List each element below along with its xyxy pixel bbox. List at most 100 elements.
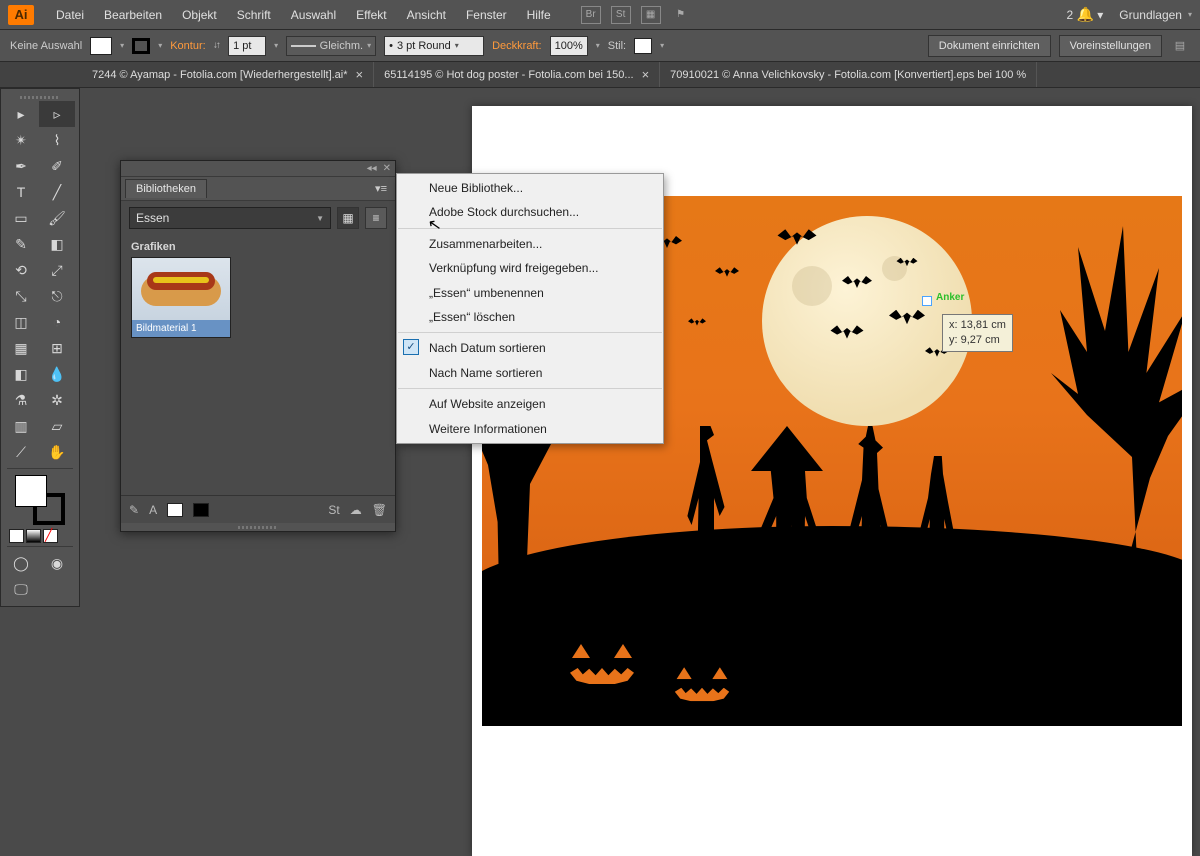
- anchor-point[interactable]: [922, 296, 932, 306]
- curvature-tool[interactable]: ✐: [39, 153, 75, 179]
- magic-wand-tool[interactable]: ✴: [3, 127, 39, 153]
- eyedropper-tool[interactable]: 💧: [39, 361, 75, 387]
- selection-tool[interactable]: ▸: [3, 101, 39, 127]
- add-stroke-icon[interactable]: [193, 503, 209, 517]
- stock-icon[interactable]: St: [611, 6, 631, 24]
- grid-view-button[interactable]: ▦: [337, 207, 359, 229]
- mesh-tool[interactable]: ⊞: [39, 335, 75, 361]
- menu-item[interactable]: Auf Website anzeigen: [397, 392, 663, 416]
- draw-mode-behind[interactable]: ◉: [39, 550, 75, 576]
- panel-resize-grip[interactable]: [121, 523, 395, 531]
- libraries-tab[interactable]: Bibliotheken: [125, 179, 207, 198]
- opacity-label[interactable]: Deckkraft:: [492, 40, 542, 52]
- stock-link-icon[interactable]: St: [328, 503, 339, 517]
- opacity-input[interactable]: 100%: [550, 36, 588, 56]
- stroke-weight-input[interactable]: 1 pt: [228, 36, 266, 56]
- menu-item[interactable]: Nach Name sortieren: [397, 361, 663, 385]
- panel-collapse-icon[interactable]: ◂◂: [367, 163, 377, 174]
- document-setup-button[interactable]: Dokument einrichten: [928, 35, 1051, 57]
- stroke-swatch[interactable]: [132, 38, 150, 54]
- document-tab[interactable]: 70910021 © Anna Velichkovsky - Fotolia.c…: [660, 62, 1037, 87]
- scale-tool[interactable]: ⤡: [3, 283, 39, 309]
- menu-item[interactable]: Neue Bibliothek...: [397, 176, 663, 200]
- menu-schrift[interactable]: Schrift: [227, 4, 281, 26]
- rotate-tool[interactable]: ⟲: [3, 257, 39, 283]
- draw-mode-normal[interactable]: ◯: [3, 550, 39, 576]
- add-text-icon[interactable]: A: [149, 503, 157, 517]
- gradient-tool[interactable]: ◧: [3, 361, 39, 387]
- menu-objekt[interactable]: Objekt: [172, 4, 227, 26]
- menu-bearbeiten[interactable]: Bearbeiten: [94, 4, 172, 26]
- graph-tool[interactable]: ▥: [3, 413, 39, 439]
- library-asset-thumbnail[interactable]: Bildmaterial 1: [131, 257, 231, 338]
- menu-item[interactable]: „Essen“ löschen: [397, 305, 663, 329]
- panel-flyout-button[interactable]: ▾≡: [371, 180, 391, 197]
- chevron-down-icon: ▾: [1188, 10, 1192, 19]
- notification-bell[interactable]: 2 🔔 ▾: [1066, 6, 1103, 23]
- gpu-icon[interactable]: ⚑: [671, 6, 691, 24]
- menu-item[interactable]: „Essen“ umbenennen: [397, 281, 663, 305]
- width-tool[interactable]: ⎋: [39, 283, 75, 309]
- fill-swatch[interactable]: [90, 37, 112, 55]
- symbol-sprayer-tool[interactable]: ✲: [39, 387, 75, 413]
- shape-builder-tool[interactable]: ◔: [39, 309, 75, 335]
- none-mode[interactable]: ╱: [43, 529, 58, 543]
- bridge-icon[interactable]: Br: [581, 6, 601, 24]
- rectangle-tool[interactable]: ▭: [3, 205, 39, 231]
- slice-tool[interactable]: ⟋: [3, 439, 39, 465]
- color-mode[interactable]: [9, 529, 24, 543]
- style-swatch[interactable]: [634, 38, 652, 54]
- menu-effekt[interactable]: Effekt: [346, 4, 396, 26]
- preferences-button[interactable]: Voreinstellungen: [1059, 35, 1162, 57]
- close-icon[interactable]: ×: [642, 67, 650, 82]
- cloud-icon[interactable]: ☁: [350, 503, 362, 517]
- menu-item[interactable]: Zusammenarbeiten...: [397, 232, 663, 256]
- list-view-button[interactable]: ≡: [365, 207, 387, 229]
- artboard-tool[interactable]: ▱: [39, 413, 75, 439]
- hand-tool[interactable]: ✋: [39, 439, 75, 465]
- dash-dropdown[interactable]: Gleichm.▾: [286, 36, 376, 56]
- panel-close-icon[interactable]: ✕: [383, 163, 391, 174]
- document-tab[interactable]: 7244 © Ayamap - Fotolia.com [Wiederherge…: [82, 62, 374, 87]
- fill-stroke-control[interactable]: [15, 475, 65, 525]
- line-tool[interactable]: ╱: [39, 179, 75, 205]
- overflow-icon[interactable]: ▤: [1170, 39, 1190, 52]
- paintbrush-tool[interactable]: 🖌: [39, 205, 75, 231]
- menu-auswahl[interactable]: Auswahl: [281, 4, 346, 26]
- reflect-tool[interactable]: ⤢: [39, 257, 75, 283]
- library-select[interactable]: Essen▼: [129, 207, 331, 229]
- gradient-mode[interactable]: [26, 529, 41, 543]
- type-tool[interactable]: T: [3, 179, 39, 205]
- eraser-tool[interactable]: ◧: [39, 231, 75, 257]
- menu-ansicht[interactable]: Ansicht: [397, 4, 456, 26]
- menu-item[interactable]: Nach Datum sortieren✓: [397, 336, 663, 360]
- arrange-docs-icon[interactable]: ▦: [641, 6, 661, 24]
- document-tabbar: 7244 © Ayamap - Fotolia.com [Wiederherge…: [0, 62, 1200, 88]
- panel-grip[interactable]: [3, 93, 77, 101]
- close-icon[interactable]: ×: [356, 67, 364, 82]
- menu-hilfe[interactable]: Hilfe: [517, 4, 561, 26]
- add-fill-icon[interactable]: [167, 503, 183, 517]
- free-transform-tool[interactable]: ◫: [3, 309, 39, 335]
- menu-item[interactable]: Verknüpfung wird freigegeben...: [397, 256, 663, 280]
- library-section-header: Grafiken: [131, 241, 385, 253]
- perspective-tool[interactable]: ▦: [3, 335, 39, 361]
- lasso-tool[interactable]: ⌇: [39, 127, 75, 153]
- pencil-tool[interactable]: ✎: [3, 231, 39, 257]
- menu-item[interactable]: Adobe Stock durchsuchen...: [397, 200, 663, 224]
- menu-item[interactable]: Weitere Informationen: [397, 417, 663, 441]
- trash-icon[interactable]: 🗑: [372, 503, 387, 517]
- menu-datei[interactable]: Datei: [46, 4, 94, 26]
- screen-mode[interactable]: 🖵: [3, 576, 39, 602]
- brush-dropdown[interactable]: •3 pt Round▾: [384, 36, 484, 56]
- menu-fenster[interactable]: Fenster: [456, 4, 517, 26]
- workspace-switcher[interactable]: Grundlagen ▾: [1119, 8, 1192, 22]
- menubar-extra-icons: Br St ▦ ⚑: [581, 6, 691, 24]
- libraries-flyout-menu: Neue Bibliothek...Adobe Stock durchsuche…: [396, 173, 664, 444]
- blend-tool[interactable]: ⚗: [3, 387, 39, 413]
- pen-tool[interactable]: ✒: [3, 153, 39, 179]
- direct-selection-tool[interactable]: ▹: [39, 101, 75, 127]
- stroke-label[interactable]: Kontur:: [170, 40, 205, 52]
- add-graphic-icon[interactable]: ✎: [129, 503, 139, 517]
- document-tab[interactable]: 65114195 © Hot dog poster - Fotolia.com …: [374, 62, 660, 87]
